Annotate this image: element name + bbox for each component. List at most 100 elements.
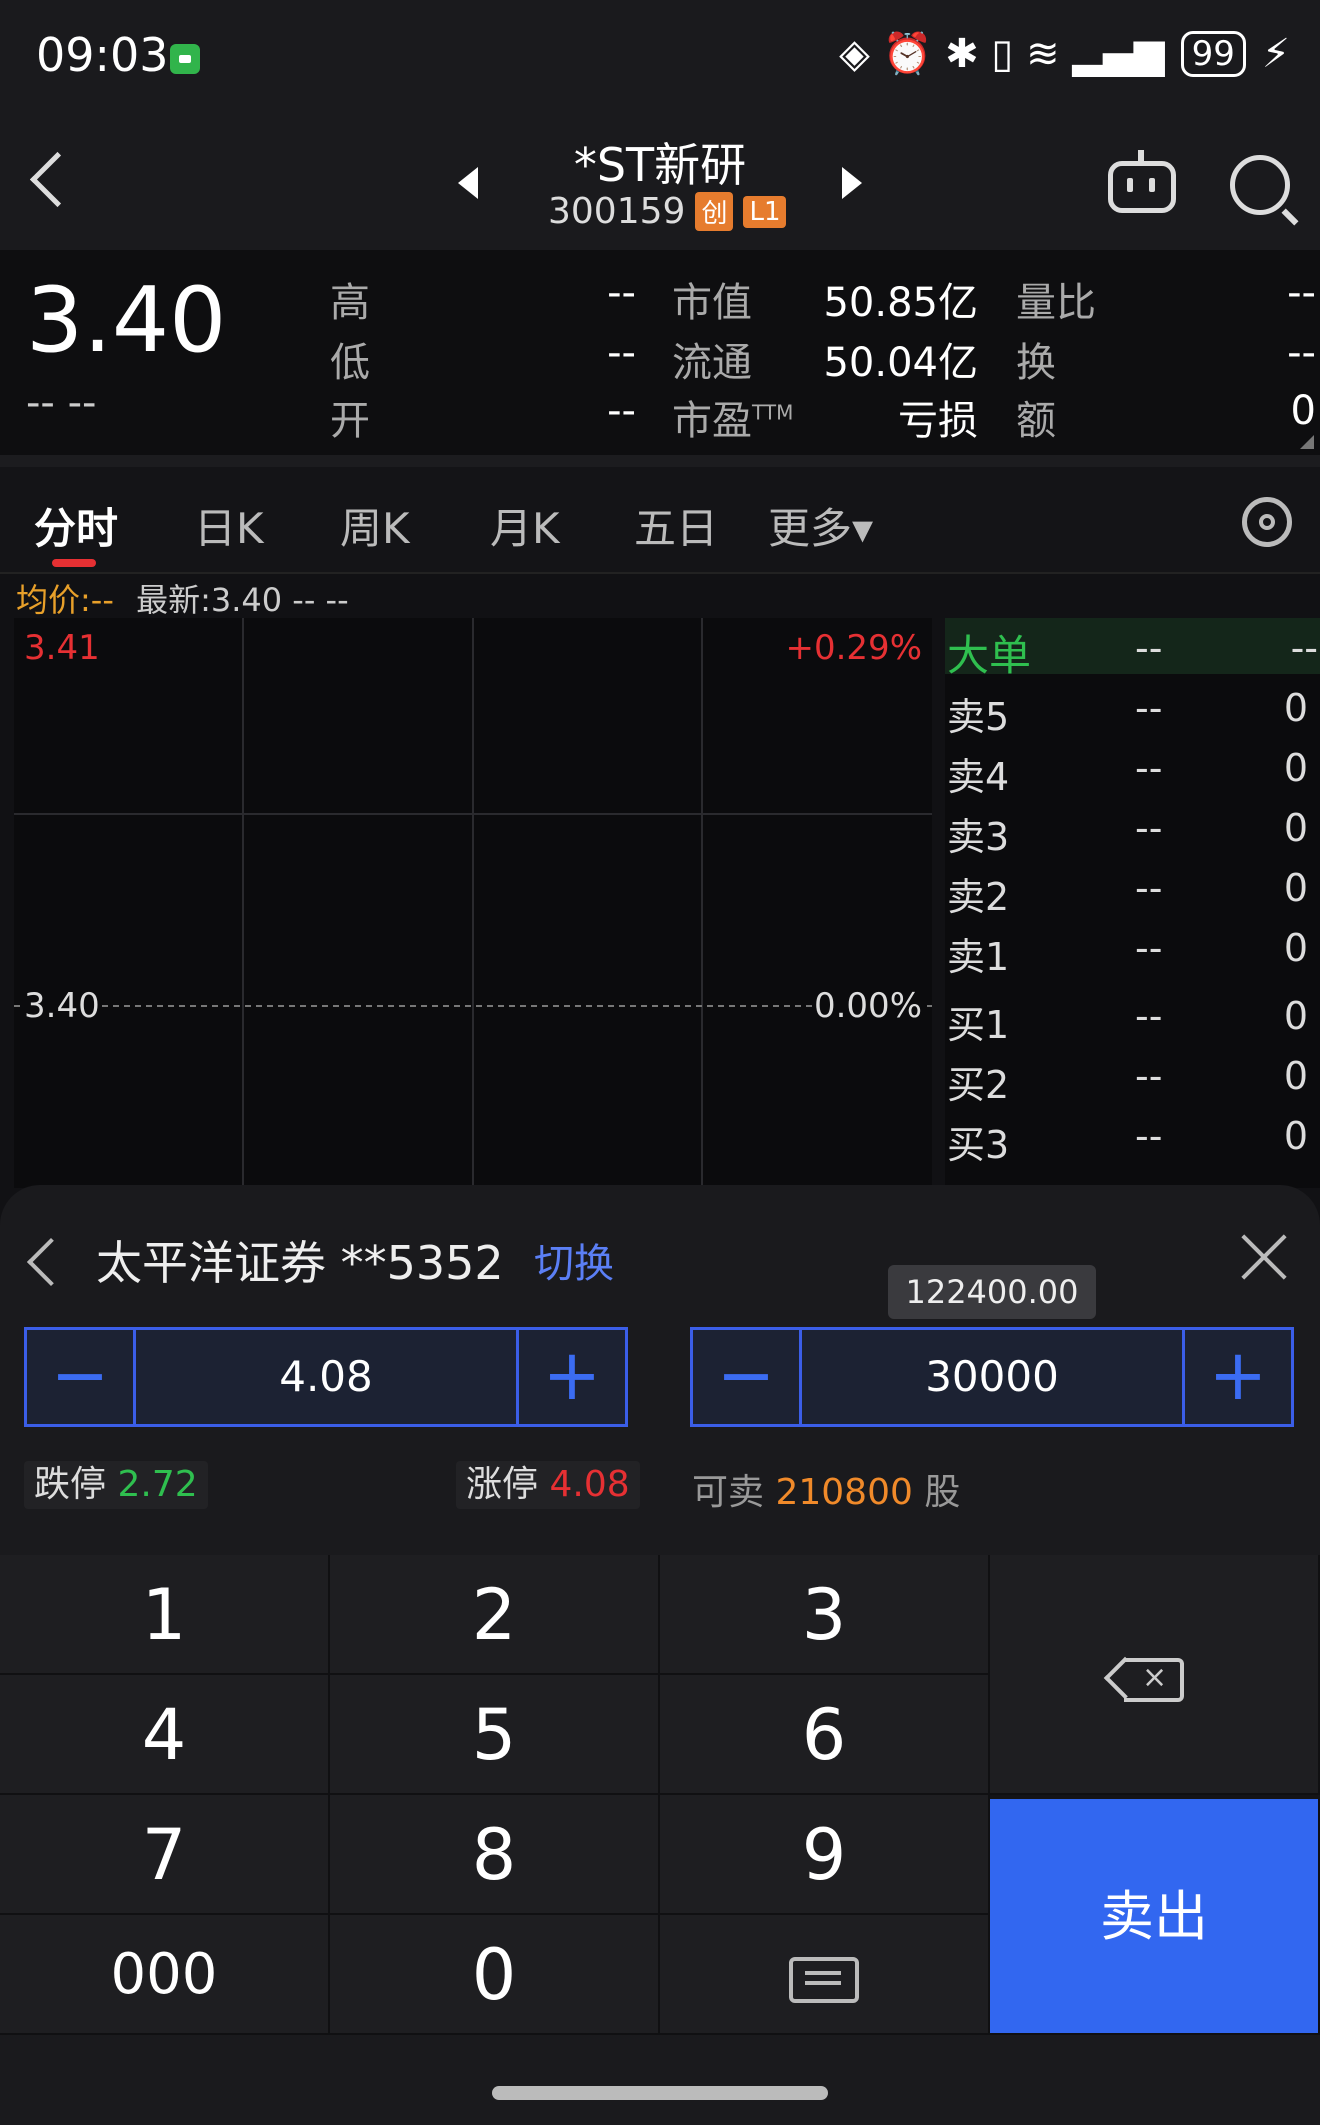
stock-code: 300159 [548,191,686,232]
key-000[interactable]: 000 [0,1915,330,2035]
level-tag: L1 [743,195,787,228]
quantity-minus-button[interactable]: − [693,1330,802,1424]
order-row: 买2 -- 0 [945,1046,1320,1107]
order-price: -- [1135,1054,1163,1098]
key-2[interactable]: 2 [330,1555,660,1675]
order-vol: 0 [1283,866,1308,910]
tab-intraday[interactable]: 分时 [34,495,118,556]
chart-info-line: 均价:-- 最新:3.40 -- -- [16,575,349,621]
open-label: 开 [330,398,370,444]
key-0[interactable]: 0 [330,1915,660,2035]
quote-panel: 3.40 -- -- 高 -- 市值 50.85亿 量比 -- 低 -- 流通 … [0,250,1320,455]
status-bar: 09:03 ◈ ⏰ ✱ ▯ ≋ ▂▄▆ 99 ⚡ [0,0,1320,115]
quantity-plus-button[interactable]: + [1182,1330,1291,1424]
limit-up-chip[interactable]: 涨停 4.08 [456,1461,640,1509]
order-price: -- [1135,806,1163,850]
charging-icon: ⚡ [1261,30,1290,77]
turnover-value: -- [1287,330,1316,376]
home-indicator[interactable] [492,2086,828,2100]
tab-more[interactable]: 更多▾ [768,495,873,556]
order-vol: 0 [1283,926,1308,970]
key-4[interactable]: 4 [0,1675,330,1795]
expand-corner-icon[interactable] [1300,435,1314,449]
tab-monthly-k[interactable]: 月K [490,495,560,556]
battery-icon: 99 [1180,30,1246,77]
low-value: -- [607,330,636,376]
limit-up-label: 涨停 [466,1464,539,1505]
latest-price-label: 最新:3.40 -- -- [136,581,349,619]
big-order-label: 大单 [947,631,1032,680]
tab-daily-k[interactable]: 日K [194,495,264,556]
keyboard-icon [789,1956,859,2003]
order-book: 大单 -- -- 卖5 -- 0 卖4 -- 0 卖3 -- 0 卖2 -- 0… [945,618,1320,1188]
sell-button[interactable]: 卖出 [990,1799,1320,2035]
chart-mid-price: 3.40 [24,986,100,1026]
order-label: 卖1 [947,935,1010,979]
price-minus-button[interactable]: − [27,1330,136,1424]
avg-price-label: 均价:-- [16,581,114,619]
low-label: 低 [330,340,370,386]
order-vol: 0 [1283,1054,1308,1098]
pe-label: 市盈TTM [672,388,793,446]
limit-up-value: 4.08 [549,1464,630,1505]
order-row: 卖4 -- 0 [945,738,1320,799]
limit-down-label: 跌停 [34,1464,107,1505]
notification-app-icon [170,44,200,74]
amount-label: 额 [1016,398,1056,444]
order-price: -- [1135,1114,1163,1158]
backspace-key[interactable] [990,1555,1320,1795]
hide-keyboard-key[interactable] [660,1915,990,2035]
pe-label-text: 市盈 [672,398,752,444]
panel-back-icon[interactable] [26,1237,76,1287]
order-vol: 0 [1283,994,1308,1038]
big-order-row: 大单 -- -- [945,618,1320,680]
key-8[interactable]: 8 [330,1795,660,1915]
price-plus-button[interactable]: + [516,1330,625,1424]
order-row: 卖5 -- 0 [945,678,1320,739]
big-order-price: -- [1135,626,1163,670]
robot-assistant-icon[interactable] [1108,150,1176,213]
sellable-label: 可卖 [692,1472,765,1513]
volume-ratio-value: -- [1287,270,1316,316]
high-value: -- [607,270,636,316]
key-6[interactable]: 6 [660,1675,990,1795]
order-price: -- [1135,994,1163,1038]
float-cap-value: 50.04亿 [823,340,978,386]
search-icon[interactable] [1230,155,1290,215]
tab-weekly-k[interactable]: 周K [340,495,410,556]
robot-eye [1127,178,1133,192]
price-input[interactable]: 4.08 [133,1330,519,1424]
high-label: 高 [330,280,370,326]
key-7[interactable]: 7 [0,1795,330,1915]
limit-down-chip[interactable]: 跌停 2.72 [24,1461,208,1509]
order-label: 买2 [947,1063,1010,1107]
last-price: 3.40 [26,268,227,373]
chart-mid-pct: 0.00% [813,986,922,1026]
order-row: 卖1 -- 0 [945,918,1320,979]
pe-value: 亏损 [898,398,978,444]
key-3[interactable]: 3 [660,1555,990,1675]
next-stock-icon[interactable] [842,167,862,199]
order-amount-tooltip: 122400.00 [888,1265,1096,1319]
order-row: 卖2 -- 0 [945,858,1320,919]
order-vol: 0 [1283,686,1308,730]
quantity-stepper: − 30000 + [690,1327,1294,1427]
order-label: 卖2 [947,875,1010,919]
key-9[interactable]: 9 [660,1795,990,1915]
broker-account: 太平洋证券 **5352 [96,1236,504,1290]
settings-icon[interactable] [1242,497,1292,547]
backspace-icon [1124,1648,1184,1708]
price-stepper: − 4.08 + [24,1327,628,1427]
key-1[interactable]: 1 [0,1555,330,1675]
close-icon[interactable] [1240,1233,1288,1281]
tab-five-day[interactable]: 五日 [634,495,718,556]
quantity-input[interactable]: 30000 [799,1330,1185,1424]
intraday-chart[interactable]: 3.41 +0.29% 3.40 0.00% [14,618,932,1188]
key-5[interactable]: 5 [330,1675,660,1795]
status-glyphs: ◈ ⏰ ✱ ▯ ≋ ▂▄▆ [839,31,1165,77]
board-tag: 创 [695,192,734,231]
chart-top-pct: +0.29% [785,628,923,668]
switch-account-link[interactable]: 切换 [534,1231,614,1289]
sellable-quantity: 可卖 210800 股 [692,1463,960,1515]
order-label: 卖4 [947,755,1010,799]
